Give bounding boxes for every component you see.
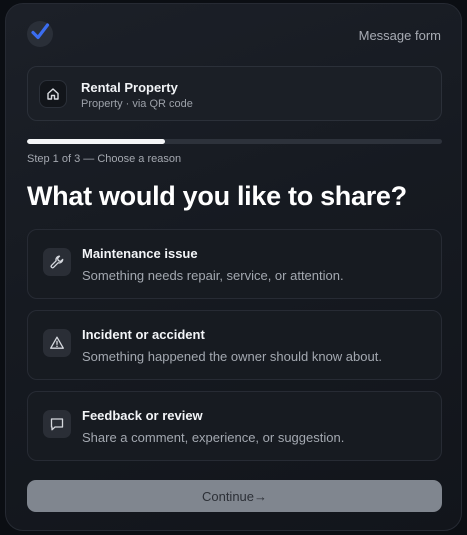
wrench-icon	[43, 248, 71, 276]
property-name: Rental Property	[81, 80, 178, 95]
checkmark-icon	[30, 22, 50, 47]
option-description: Something happened the owner should know…	[82, 349, 382, 364]
chat-bubble-icon	[43, 410, 71, 438]
option-description: Something needs repair, service, or atte…	[82, 268, 344, 283]
home-icon	[39, 80, 67, 108]
continue-button[interactable]: Continue→	[27, 480, 442, 512]
form-type-label: Message form	[358, 28, 441, 43]
option-description: Share a comment, experience, or suggesti…	[82, 430, 345, 445]
property-subtitle: Property · via QR code	[81, 98, 193, 110]
logo	[27, 21, 53, 47]
progress-fill	[27, 139, 166, 144]
option-feedback-or-review[interactable]: Feedback or review Share a comment, expe…	[27, 391, 442, 461]
property-card: Rental Property Property · via QR code	[27, 66, 442, 121]
step-label: Step 1 of 3 — Choose a reason	[27, 153, 182, 165]
option-title: Feedback or review	[82, 408, 203, 423]
option-title: Incident or accident	[82, 327, 205, 342]
page-title: What would you like to share?	[27, 181, 407, 211]
option-maintenance-issue[interactable]: Maintenance issue Something needs repair…	[27, 229, 442, 299]
progress-bar	[27, 139, 442, 144]
option-title: Maintenance issue	[82, 246, 198, 261]
option-incident-or-accident[interactable]: Incident or accident Something happened …	[27, 310, 442, 380]
message-form-card: Message form Rental Property Property · …	[5, 3, 462, 531]
warning-triangle-icon	[43, 329, 71, 357]
